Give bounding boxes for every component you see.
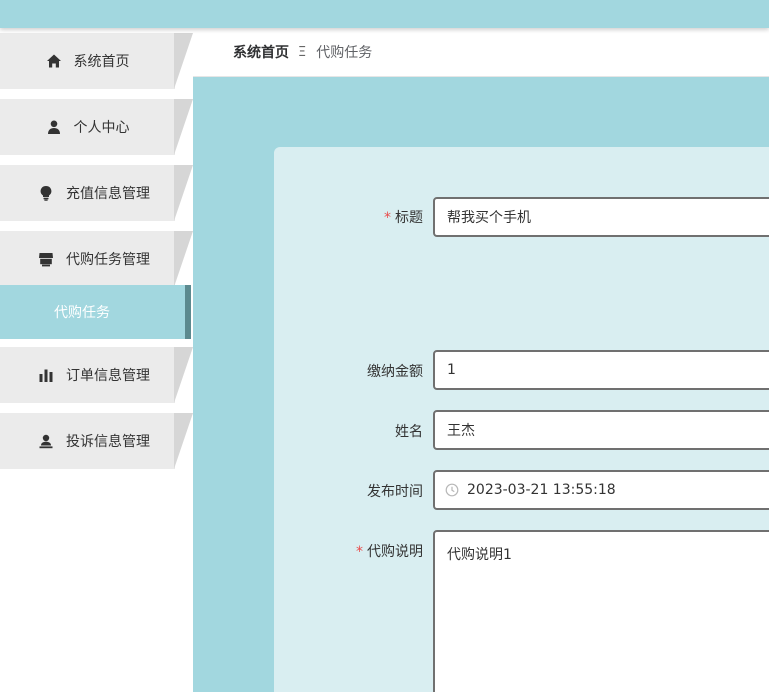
sidebar-item-orders[interactable]: 订单信息管理: [0, 347, 193, 403]
amount-label: 缴纳金额: [367, 364, 423, 380]
lightbulb-icon: [38, 185, 54, 201]
menu-fold-decoration: [174, 347, 193, 403]
breadcrumb: 系统首页 Ξ 代购任务: [193, 28, 769, 77]
home-icon: [46, 53, 62, 69]
required-mark: *: [356, 544, 363, 560]
sidebar-item-purchase-tasks[interactable]: 代购任务管理: [0, 231, 193, 287]
publish-time-value: 2023-03-21 13:55:18: [467, 482, 616, 498]
menu-fold-decoration: [174, 33, 193, 89]
name-input[interactable]: 王杰: [433, 410, 769, 450]
description-value: 代购说明1: [447, 547, 512, 563]
name-input-value: 王杰: [447, 423, 475, 439]
sidebar-subitem-label: 代购任务: [54, 305, 110, 321]
sidebar-item-label: 订单信息管理: [66, 368, 150, 384]
title-input-value: 帮我买个手机: [447, 210, 531, 226]
top-header-bar: [0, 0, 769, 28]
user-stamp-icon: [38, 433, 54, 449]
publish-time-label: 发布时间: [367, 484, 423, 500]
required-mark: *: [384, 210, 391, 226]
sidebar-item-label: 个人中心: [73, 120, 130, 136]
description-textarea[interactable]: 代购说明1: [433, 530, 769, 692]
title-label-text: 标题: [395, 210, 423, 226]
sidebar-item-label: 系统首页: [73, 54, 130, 70]
menu-fold-decoration: [174, 165, 193, 221]
breadcrumb-home[interactable]: 系统首页: [233, 42, 289, 62]
bar-chart-icon: [38, 367, 54, 383]
sidebar-item-home[interactable]: 系统首页: [0, 33, 193, 89]
user-icon: [46, 119, 62, 135]
title-label: * 标题: [384, 207, 423, 227]
breadcrumb-separator: Ξ: [298, 44, 307, 60]
sidebar-subitem-purchase-task[interactable]: 代购任务: [0, 285, 191, 339]
sidebar-item-label: 代购任务管理: [66, 252, 150, 268]
title-input[interactable]: 帮我买个手机: [433, 197, 769, 237]
amount-input[interactable]: 1: [433, 350, 769, 390]
name-label: 姓名: [395, 424, 423, 440]
breadcrumb-current: 代购任务: [316, 45, 373, 61]
sidebar-item-complaints[interactable]: 投诉信息管理: [0, 413, 193, 469]
amount-input-value: 1: [447, 362, 456, 378]
publish-time-picker[interactable]: 2023-03-21 13:55:18: [433, 470, 769, 510]
sidebar: 系统首页 个人中心 充值信息管理 代购任务管理 代购任务 订单信息管理 投诉信息…: [0, 28, 193, 692]
clock-icon: [445, 483, 459, 497]
description-label-text: 代购说明: [367, 544, 423, 560]
sidebar-item-recharge[interactable]: 充值信息管理: [0, 165, 193, 221]
sidebar-item-label: 投诉信息管理: [66, 434, 150, 450]
sidebar-item-personal-center[interactable]: 个人中心: [0, 99, 193, 155]
menu-fold-decoration: [174, 99, 193, 155]
menu-fold-decoration: [174, 231, 193, 287]
description-label: * 代购说明: [356, 541, 423, 561]
store-icon: [38, 251, 54, 267]
sidebar-item-label: 充值信息管理: [66, 186, 150, 202]
menu-fold-decoration: [174, 413, 193, 469]
